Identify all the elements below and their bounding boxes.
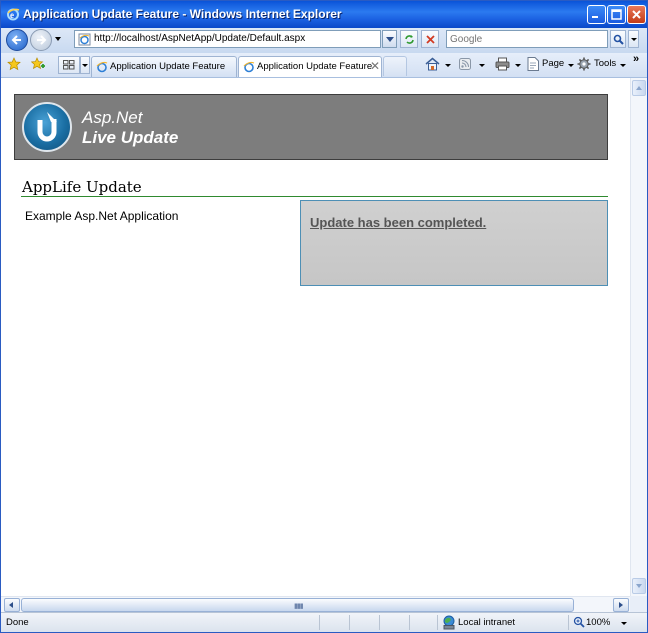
address-dropdown-button[interactable]	[382, 30, 397, 48]
refresh-button[interactable]	[400, 30, 418, 48]
page-menu-dropdown[interactable]	[568, 64, 574, 67]
update-arrow-icon	[37, 112, 57, 142]
home-dropdown[interactable]	[445, 64, 451, 67]
page-viewport: Asp.Net Live Update AppLife Update Examp…	[1, 78, 630, 596]
status-separator	[568, 615, 569, 630]
status-separator	[349, 615, 350, 630]
banner-title-line2: Live Update	[82, 128, 179, 147]
forward-button[interactable]	[30, 29, 52, 51]
close-window-button[interactable]	[627, 5, 646, 24]
address-url: http://localhost/AspNetApp/Update/Defaul…	[94, 33, 306, 44]
minimize-button[interactable]	[587, 5, 606, 24]
tab-list-button[interactable]	[80, 56, 90, 74]
update-status-panel: Update has been completed.	[300, 200, 608, 286]
back-arrow-icon	[11, 35, 21, 45]
live-update-banner: Asp.Net Live Update	[14, 94, 608, 160]
application-name-label: Example Asp.Net Application	[25, 209, 179, 223]
search-button[interactable]	[610, 30, 626, 48]
browser-window: e Application Update Feature - Windows I…	[0, 0, 648, 633]
stop-button[interactable]	[421, 30, 439, 48]
favorites-star-icon[interactable]	[7, 57, 21, 71]
quick-tabs-button[interactable]	[58, 56, 80, 74]
search-box[interactable]	[446, 30, 608, 48]
refresh-icon	[405, 35, 414, 44]
page-ie-icon	[96, 61, 108, 73]
scroll-grip-icon: ▮▮▮	[294, 603, 304, 610]
new-tab-button[interactable]	[383, 56, 407, 76]
toolbar-overflow-chevron[interactable]: »	[633, 53, 639, 65]
scroll-up-button[interactable]	[632, 80, 646, 96]
maximize-icon	[611, 9, 622, 20]
zoom-level[interactable]: 100%	[586, 617, 610, 628]
add-to-favorites-icon[interactable]	[31, 57, 45, 71]
intranet-zone-icon	[443, 615, 455, 630]
print-icon[interactable]	[495, 57, 510, 71]
back-button[interactable]	[6, 29, 28, 51]
search-input[interactable]	[450, 32, 600, 46]
page-ie-icon	[78, 33, 91, 46]
feeds-dropdown[interactable]	[479, 64, 485, 67]
navigation-bar: http://localhost/AspNetApp/Update/Defaul…	[1, 28, 647, 53]
zoom-magnifier-icon[interactable]	[573, 616, 585, 628]
status-bar: Done Local intranet 100%	[1, 612, 647, 632]
status-separator	[437, 615, 438, 630]
vertical-scrollbar[interactable]	[630, 78, 647, 596]
close-tab-icon[interactable]: ✕	[370, 59, 380, 73]
recent-pages-dropdown[interactable]	[55, 37, 61, 41]
horizontal-scrollbar[interactable]: ▮▮▮	[1, 596, 630, 612]
window-title: Application Update Feature - Windows Int…	[23, 7, 342, 21]
tab-application-update-1[interactable]: Application Update Feature	[91, 56, 237, 77]
tools-menu-dropdown[interactable]	[620, 64, 626, 67]
zoom-dropdown[interactable]	[621, 622, 627, 625]
tab-bar: Application Update Feature Application U…	[1, 53, 647, 78]
search-icon	[613, 34, 624, 45]
title-bar[interactable]: e Application Update Feature - Windows I…	[1, 1, 647, 28]
status-separator	[409, 615, 410, 630]
horizontal-scroll-thumb[interactable]: ▮▮▮	[21, 598, 574, 612]
close-icon	[632, 10, 641, 19]
home-icon[interactable]	[425, 57, 440, 71]
status-separator	[379, 615, 380, 630]
scroll-left-button[interactable]	[4, 598, 20, 612]
security-zone-label: Local intranet	[458, 617, 516, 628]
tab-label: Application Update Feature	[257, 61, 373, 72]
quick-tabs-icon	[63, 60, 75, 70]
banner-title-line1: Asp.Net	[82, 108, 143, 127]
tab-application-update-2[interactable]: Application Update Feature ✕	[238, 56, 382, 77]
tools-menu-label[interactable]: Tools	[594, 58, 616, 69]
page-menu-icon[interactable]	[527, 57, 540, 71]
page-ie-icon	[243, 61, 255, 73]
scroll-down-button[interactable]	[632, 578, 646, 594]
page-menu-label[interactable]: Page	[542, 58, 564, 69]
page-title: AppLife Update	[22, 178, 142, 196]
status-separator	[319, 615, 320, 630]
print-dropdown[interactable]	[515, 64, 521, 67]
minimize-icon	[592, 16, 598, 18]
heading-divider	[21, 196, 608, 197]
search-options-button[interactable]	[628, 30, 639, 48]
stop-icon	[426, 35, 435, 44]
scrollbar-corner	[630, 596, 647, 612]
tab-label: Application Update Feature	[110, 61, 226, 72]
maximize-button[interactable]	[607, 5, 626, 24]
ie-logo-icon: e	[7, 8, 20, 21]
applife-logo	[22, 102, 72, 152]
scroll-right-button[interactable]	[613, 598, 629, 612]
svg-text:e: e	[10, 10, 14, 20]
update-status-message: Update has been completed.	[310, 215, 487, 230]
address-bar[interactable]: http://localhost/AspNetApp/Update/Defaul…	[74, 30, 381, 48]
forward-arrow-icon	[37, 35, 47, 45]
tools-gear-icon[interactable]	[577, 57, 591, 71]
status-text: Done	[6, 617, 29, 628]
feeds-icon[interactable]	[459, 58, 471, 70]
